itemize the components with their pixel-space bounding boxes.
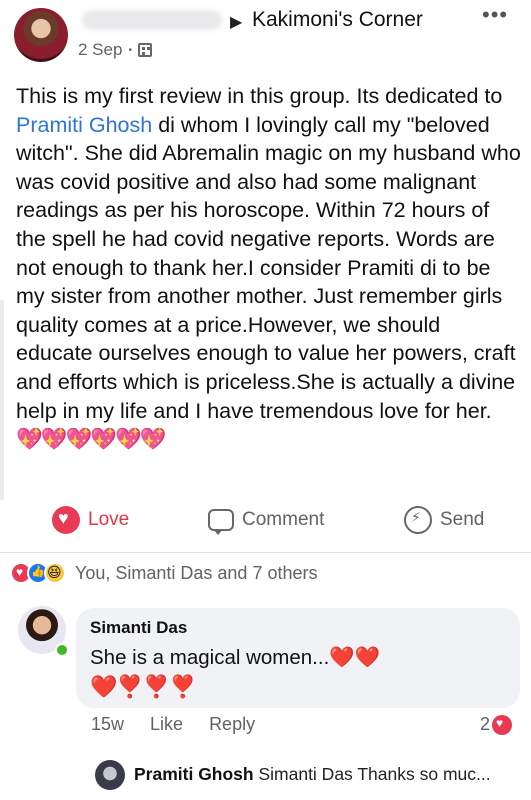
reply-text: Simanti Das Thanks so muc... xyxy=(253,764,491,784)
reply-preview[interactable]: Pramiti Ghosh Simanti Das Thanks so muc.… xyxy=(134,764,491,785)
love-reaction-icon xyxy=(492,714,513,735)
comment-icon xyxy=(208,509,234,535)
haha-reaction-icon xyxy=(44,562,66,584)
post-text-before: This is my first review in this group. I… xyxy=(16,84,503,108)
love-label: Love xyxy=(88,509,130,530)
divider xyxy=(0,552,531,553)
play-arrow-icon: ▶ xyxy=(230,14,243,31)
comment-text: She is a magical women...❤️❤️ xyxy=(90,646,381,669)
love-icon xyxy=(52,506,80,534)
reply-author: Pramiti Ghosh xyxy=(134,764,254,784)
post-date[interactable]: 2 Sep xyxy=(78,40,122,60)
post-meta: 2 Sep • xyxy=(78,40,152,60)
send-label: Send xyxy=(440,509,485,530)
side-tab xyxy=(0,300,4,500)
group-privacy-icon xyxy=(137,43,152,57)
online-status-icon xyxy=(55,643,69,657)
hearts-emoji: 💖💖💖💖💖💖 xyxy=(16,427,167,452)
reaction-summary-text: You, Simanti Das and 7 others xyxy=(75,562,318,583)
comment-text-hearts: ❤️❣️❣️❣️ xyxy=(90,674,197,699)
comment-label: Comment xyxy=(242,509,325,530)
reply-author-avatar[interactable] xyxy=(95,760,125,790)
dot-separator: • xyxy=(128,44,132,56)
post-text-after: di whom I lovingly call my "beloved witc… xyxy=(16,112,521,423)
messenger-icon xyxy=(404,506,432,534)
author-avatar[interactable] xyxy=(14,8,68,62)
post-body: This is my first review in this group. I… xyxy=(16,82,521,454)
comment-button[interactable]: Comment xyxy=(208,509,325,535)
comment-author[interactable]: Simanti Das xyxy=(90,618,187,638)
more-options-icon[interactable]: ••• xyxy=(482,2,508,28)
mention-link[interactable]: Pramiti Ghosh xyxy=(16,113,152,137)
comment-reaction-number: 2 xyxy=(480,714,491,734)
comment-like-button[interactable]: Like xyxy=(150,714,183,735)
post-header: ▶ Kakimoni's Corner ••• 2 Sep • xyxy=(0,0,531,72)
comment-actions: 15w Like Reply xyxy=(91,714,255,735)
send-button[interactable]: Send xyxy=(404,506,484,534)
action-bar: Love Comment Send xyxy=(0,498,531,542)
group-name[interactable]: Kakimoni's Corner xyxy=(252,8,423,32)
love-button[interactable]: Love xyxy=(52,506,129,534)
reactions-summary[interactable]: You, Simanti Das and 7 others xyxy=(10,562,317,584)
comment-reaction-count[interactable]: 2 xyxy=(480,714,513,735)
author-name-blurred[interactable] xyxy=(82,10,222,30)
comment-time[interactable]: 15w xyxy=(91,714,124,735)
comment-reply-button[interactable]: Reply xyxy=(209,714,255,735)
